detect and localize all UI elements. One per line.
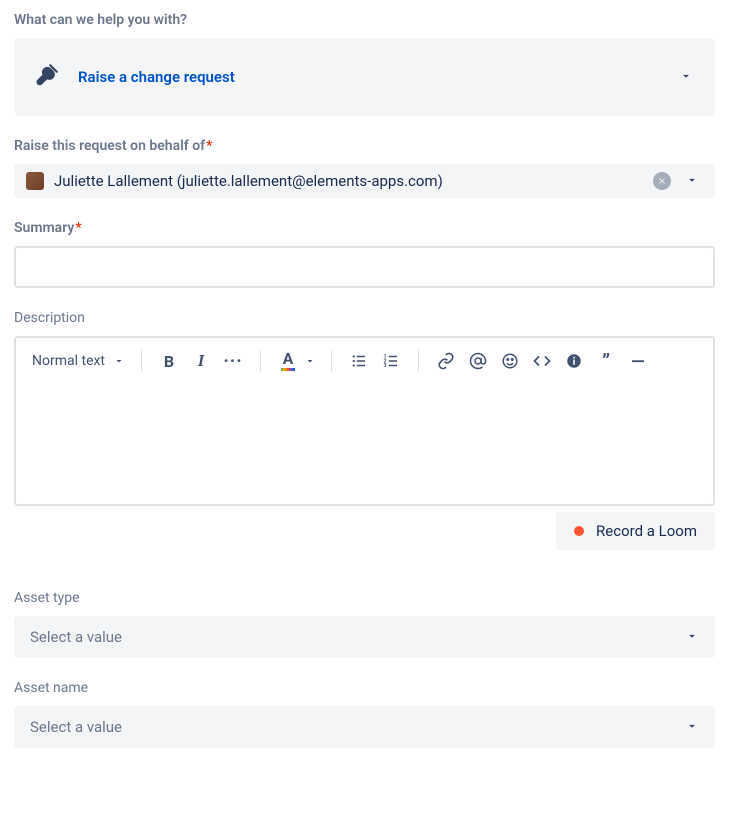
asset-name-label: Asset name (14, 680, 715, 696)
asset-type-select[interactable]: Select a value (14, 616, 715, 658)
record-loom-button[interactable]: Record a Loom (556, 512, 715, 550)
chevron-down-icon (685, 628, 699, 647)
request-type-title[interactable]: Raise a change request (78, 68, 235, 86)
svg-text:3: 3 (384, 363, 387, 369)
asset-type-placeholder: Select a value (30, 628, 122, 646)
info-icon[interactable] (561, 348, 587, 374)
description-textarea[interactable] (16, 384, 713, 504)
summary-input[interactable] (14, 246, 715, 288)
help-question-label: What can we help you with? (14, 12, 715, 28)
asset-type-label: Asset type (14, 590, 715, 606)
link-icon[interactable] (433, 348, 459, 374)
chevron-down-icon (685, 718, 699, 737)
code-icon[interactable] (529, 348, 555, 374)
behalf-of-user: Juliette Lallement (juliette.lallement@e… (54, 172, 443, 190)
avatar (26, 172, 44, 190)
quote-icon[interactable]: ” (593, 348, 619, 374)
italic-icon[interactable]: I (188, 348, 214, 374)
record-icon (574, 526, 584, 536)
asset-name-select[interactable]: Select a value (14, 706, 715, 748)
description-editor: Normal text B I ··· A 123 (14, 336, 715, 506)
emoji-icon[interactable] (497, 348, 523, 374)
bold-icon[interactable]: B (156, 348, 182, 374)
description-label: Description (14, 310, 715, 326)
behalf-of-label: Raise this request on behalf of* (14, 138, 715, 154)
chevron-down-icon[interactable] (685, 172, 699, 191)
mention-icon[interactable] (465, 348, 491, 374)
clear-icon[interactable] (653, 172, 671, 190)
text-style-dropdown[interactable]: Normal text (30, 349, 127, 373)
numbered-list-icon[interactable]: 123 (378, 348, 404, 374)
more-formatting-icon[interactable]: ··· (220, 348, 246, 374)
text-color-icon[interactable]: A (275, 348, 301, 374)
divider-icon[interactable] (625, 348, 651, 374)
tools-icon (34, 62, 60, 92)
chevron-down-icon[interactable] (303, 348, 317, 374)
request-type-card[interactable]: Raise a change request (14, 38, 715, 116)
editor-toolbar: Normal text B I ··· A 123 (16, 338, 713, 384)
summary-label: Summary* (14, 220, 715, 236)
asset-name-placeholder: Select a value (30, 718, 122, 736)
chevron-down-icon[interactable] (679, 68, 693, 87)
bullet-list-icon[interactable] (346, 348, 372, 374)
behalf-of-select[interactable]: Juliette Lallement (juliette.lallement@e… (14, 164, 715, 198)
